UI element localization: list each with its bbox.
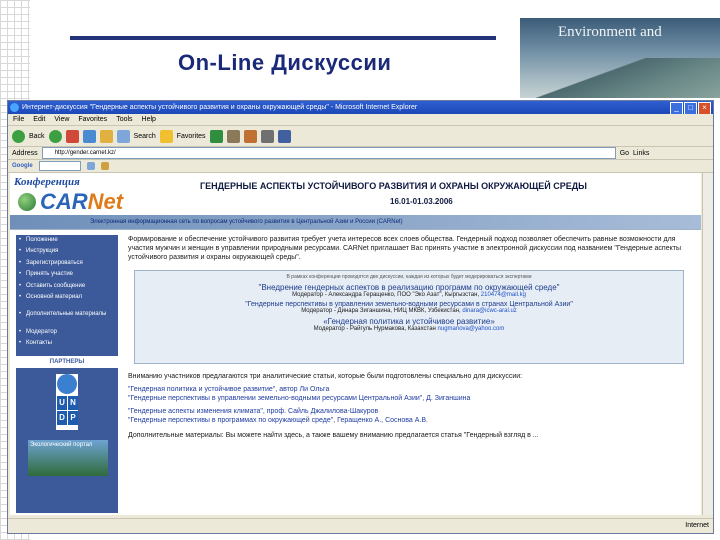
mail-icon[interactable] [243, 129, 257, 143]
window-title: Интернет-дискуссия "Гендерные аспекты ус… [22, 104, 418, 111]
moderator-email[interactable]: nugmanova@yahoo.com [438, 326, 505, 332]
stop-icon[interactable] [65, 129, 79, 143]
forward-arrow-icon[interactable] [48, 129, 62, 143]
history-icon[interactable] [226, 129, 240, 143]
nav-item[interactable]: Оставить сообщение [16, 281, 118, 292]
moderator-line: Модератор - Динара Зиганшина, НИЦ МКВК, … [301, 308, 517, 314]
moderator-email[interactable]: 210474@mail.kg [481, 292, 526, 298]
undp-logo[interactable]: U N D P [56, 373, 78, 430]
home-icon[interactable] [99, 129, 113, 143]
attention-text: Вниманию участников предлагаются три ана… [128, 373, 523, 380]
site-logo-conference: Конференция [14, 176, 80, 188]
address-bar: Address http://gender.carnet.kz/ Go Link… [8, 147, 713, 160]
moderator-line: Модератор - Александра Геращенко, ПОО "Э… [292, 292, 526, 298]
page-viewport: Конференция CARNet ГЕНДЕРНЫЕ АСПЕКТЫ УСТ… [10, 173, 701, 515]
site-subtitle: Электронная информационная сеть по вопро… [90, 219, 403, 225]
site-dates: 16.01-01.03.2006 [390, 197, 453, 206]
nav-item[interactable]: Зарегистрироваться [16, 258, 118, 269]
browser-window: Интернет-дискуссия "Гендерные аспекты ус… [7, 100, 714, 534]
eco-portal-banner[interactable]: Экологический портал [28, 439, 108, 476]
discussion-box: В рамках конференции проводятся две диск… [134, 270, 684, 364]
banner-text: Environment and [558, 24, 662, 40]
main-content: Формирование и обеспечение устойчивого р… [128, 235, 688, 440]
menu-favorites[interactable]: Favorites [78, 114, 107, 125]
un-emblem-icon [57, 373, 77, 394]
nav-item[interactable]: Положение [16, 235, 118, 246]
moderator-email[interactable]: dinara@icwc-aral.uz [462, 308, 516, 314]
window-controls: _ □ × [670, 102, 711, 114]
menu-view[interactable]: View [54, 114, 69, 125]
nav-item[interactable]: Основной материал [16, 292, 118, 303]
search-button-label[interactable]: Search [134, 133, 156, 140]
menu-tools[interactable]: Tools [116, 114, 132, 125]
menu-help[interactable]: Help [142, 114, 156, 125]
menu-bar: File Edit View Favorites Tools Help [8, 114, 713, 126]
ie-logo-icon [10, 103, 19, 112]
back-button-label[interactable]: Back [29, 133, 45, 140]
maximize-button[interactable]: □ [684, 102, 697, 114]
article-list: "Гендерная политика и устойчивое развити… [128, 385, 688, 425]
toolbar-logo: Google [12, 163, 33, 169]
partners-heading: ПАРТНЕРЫ [16, 355, 118, 368]
article-link[interactable]: "Гендерные перспективы в программах по о… [128, 416, 688, 425]
undp-letter: D [57, 410, 67, 425]
article-link[interactable]: "Гендерные перспективы в управлении земе… [128, 394, 688, 403]
nav-item[interactable]: Инструкция [16, 246, 118, 257]
site-logo[interactable]: CARNet [40, 189, 123, 215]
environment-banner-image: Environment and [520, 18, 720, 98]
site-header: Конференция CARNet ГЕНДЕРНЫЕ АСПЕКТЫ УСТ… [10, 173, 701, 230]
google-toolbar: Google [8, 160, 713, 173]
discussion-topic-link[interactable]: «Гендерная политика и устойчивое развити… [135, 317, 683, 326]
undp-letter: P [68, 410, 78, 425]
browser-titlebar: Интернет-дискуссия "Гендерные аспекты ус… [8, 101, 713, 114]
address-label: Address [12, 149, 38, 157]
minimize-button[interactable]: _ [670, 102, 683, 114]
go-button[interactable]: Go [620, 150, 629, 157]
discussion-topic-link[interactable]: "Внедрение гендерных аспектов в реализац… [135, 283, 683, 292]
search-icon[interactable] [116, 129, 130, 143]
media-icon[interactable] [209, 129, 223, 143]
slide-title: On-Line Дискуссии [178, 50, 392, 75]
intro-text: Формирование и обеспечение устойчивого р… [128, 236, 681, 261]
status-bar: Internet [8, 518, 713, 533]
favorites-star-icon[interactable] [159, 129, 173, 143]
menu-edit[interactable]: Edit [33, 114, 45, 125]
discussion-topic-link[interactable]: "Гендерные перспективы в управлении земе… [135, 301, 683, 308]
globe-icon [18, 193, 36, 211]
nav-item[interactable]: Принять участие [16, 269, 118, 280]
refresh-icon[interactable] [82, 129, 96, 143]
browser-toolbar: Back Search Favorites [8, 126, 713, 147]
moderator-line: Модератор - Райгуль Нурмакова, Казахстан… [313, 326, 505, 332]
back-arrow-icon[interactable] [12, 129, 25, 143]
banner-mountains [520, 58, 720, 98]
extra-materials-text: Дополнительные материалы: Вы можете найт… [128, 432, 539, 439]
article-link[interactable]: "Гендерные аспекты изменения климата", п… [128, 407, 688, 416]
discussion-note: В рамках конференции проводятся две диск… [286, 274, 532, 280]
site-sidebar: Положение Инструкция Зарегистрироваться … [16, 235, 118, 513]
print-icon[interactable] [260, 129, 274, 143]
site-title: ГЕНДЕРНЫЕ АСПЕКТЫ УСТОЙЧИВОГО РАЗВИТИЯ И… [200, 181, 587, 191]
links-label[interactable]: Links [633, 150, 649, 157]
nav-item[interactable]: Модератор [16, 327, 118, 338]
status-zone: Internet [685, 522, 709, 529]
nav-item[interactable]: Дополнительные материалы [16, 309, 118, 320]
edit-icon[interactable] [277, 129, 291, 143]
slide-title-rule [70, 36, 496, 40]
article-link[interactable]: "Гендерная политика и устойчивое развити… [128, 385, 688, 394]
toolbar-search-field[interactable] [38, 161, 81, 171]
undp-letter: N [68, 395, 78, 410]
undp-letter: U [57, 395, 67, 410]
address-input[interactable]: http://gender.carnet.kz/ [41, 147, 616, 159]
vertical-scrollbar[interactable] [702, 173, 713, 515]
menu-file[interactable]: File [13, 114, 24, 125]
favorites-button-label[interactable]: Favorites [177, 133, 206, 140]
toolbar-search-icon[interactable] [86, 162, 95, 170]
close-button[interactable]: × [698, 102, 711, 114]
nav-item[interactable]: Контакты [16, 338, 118, 349]
toolbar-options-icon[interactable] [100, 162, 109, 170]
